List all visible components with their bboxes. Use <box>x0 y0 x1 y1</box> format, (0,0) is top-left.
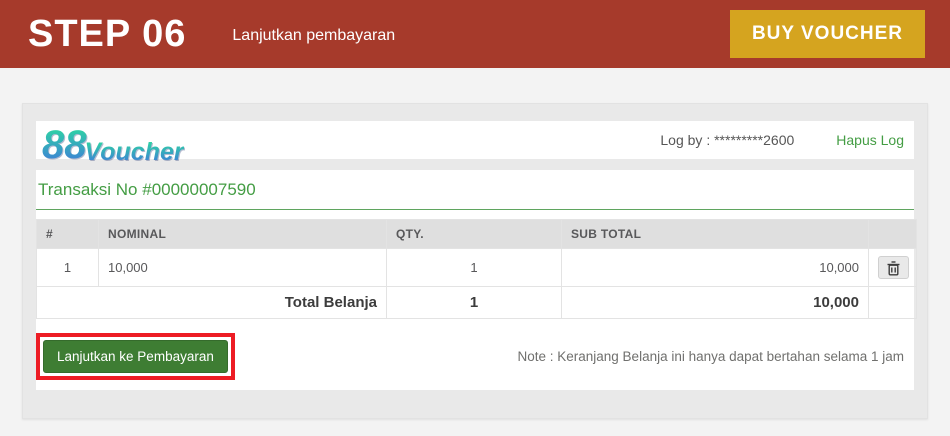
header-subtotal: SUB TOTAL <box>562 220 869 249</box>
row-action-cell <box>869 249 917 287</box>
delete-item-button[interactable] <box>878 256 909 279</box>
buy-voucher-button[interactable]: BUY VOUCHER <box>730 10 925 58</box>
trash-icon <box>887 261 900 276</box>
table-row: 1 10,000 1 10,000 <box>37 249 917 287</box>
logo-voucher-text: Voucher <box>85 141 184 164</box>
transaction-title: Transaksi No #00000007590 <box>36 170 914 210</box>
total-label: Total Belanja <box>37 287 387 319</box>
total-action-cell <box>869 287 917 319</box>
site-logo[interactable]: 88 Voucher <box>42 127 184 163</box>
step-title: STEP 06 <box>28 13 186 56</box>
card-footer: Lanjutkan ke Pembayaran Note : Keranjang… <box>36 333 914 380</box>
header-action <box>869 220 917 249</box>
session-info: Log by : *********2600 Hapus Log <box>660 132 904 148</box>
table-header-row: # NOMINAL QTY. SUB TOTAL <box>37 220 917 249</box>
transaction-content: Transaksi No #00000007590 # NOMINAL QTY.… <box>36 170 914 390</box>
voucher-panel: 88 Voucher Log by : *********2600 Hapus … <box>22 103 928 419</box>
cart-note: Note : Keranjang Belanja ini hanya dapat… <box>517 349 914 364</box>
header-qty: QTY. <box>387 220 562 249</box>
annotation-highlight: Lanjutkan ke Pembayaran <box>36 333 235 380</box>
row-index: 1 <box>37 249 99 287</box>
row-nominal: 10,000 <box>99 249 387 287</box>
step-header: STEP 06 Lanjutkan pembayaran BUY VOUCHER <box>0 0 950 68</box>
header-nominal: NOMINAL <box>99 220 387 249</box>
row-subtotal: 10,000 <box>562 249 869 287</box>
cart-table: # NOMINAL QTY. SUB TOTAL 1 10,000 1 10,0… <box>36 219 917 319</box>
total-row: Total Belanja 1 10,000 <box>37 287 917 319</box>
log-by-text: Log by : *********2600 <box>660 132 794 148</box>
logo-bar: 88 Voucher Log by : *********2600 Hapus … <box>36 121 914 159</box>
continue-payment-button[interactable]: Lanjutkan ke Pembayaran <box>43 340 228 373</box>
logo-88-text: 88 <box>42 127 87 163</box>
hapus-log-link[interactable]: Hapus Log <box>836 132 904 148</box>
total-qty: 1 <box>387 287 562 319</box>
header-index: # <box>37 220 99 249</box>
row-qty: 1 <box>387 249 562 287</box>
step-description: Lanjutkan pembayaran <box>232 27 395 45</box>
total-subtotal: 10,000 <box>562 287 869 319</box>
